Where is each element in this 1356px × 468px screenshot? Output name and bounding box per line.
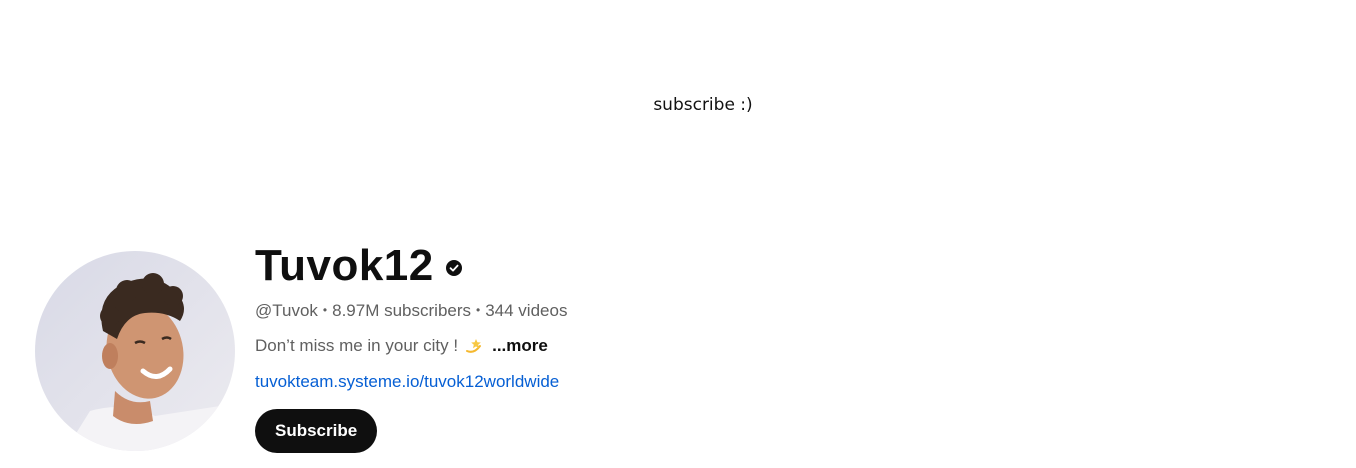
avatar-photo: [35, 251, 235, 451]
video-count: 344 videos: [485, 301, 568, 320]
subscriber-count: 8.97M subscribers: [332, 301, 472, 320]
banner-text: subscribe :): [653, 95, 753, 115]
channel-name: Tuvok12: [255, 241, 434, 290]
channel-banner: subscribe :): [0, 0, 1356, 210]
channel-meta: @Tuvok • 8.97M subscribers • 344 videos: [255, 301, 567, 321]
channel-avatar[interactable]: [35, 251, 235, 451]
channel-info: Tuvok12 @Tuvok • 8.97M subscribers • 344…: [255, 240, 567, 453]
channel-link[interactable]: tuvokteam.systeme.io/tuvok12worldwide: [255, 372, 567, 392]
description-text: Don’t miss me in your city !: [255, 336, 459, 355]
channel-description[interactable]: Don’t miss me in your city ! ...more: [255, 336, 567, 356]
verified-check-icon: [445, 260, 462, 276]
meta-separator: •: [476, 303, 481, 317]
channel-name-row: Tuvok12: [255, 240, 567, 292]
dizzy-star-icon: [464, 336, 484, 356]
channel-handle: @Tuvok: [255, 301, 318, 320]
subscribe-button[interactable]: Subscribe: [255, 409, 378, 453]
more-button[interactable]: ...more: [492, 336, 548, 356]
meta-separator: •: [322, 303, 328, 317]
